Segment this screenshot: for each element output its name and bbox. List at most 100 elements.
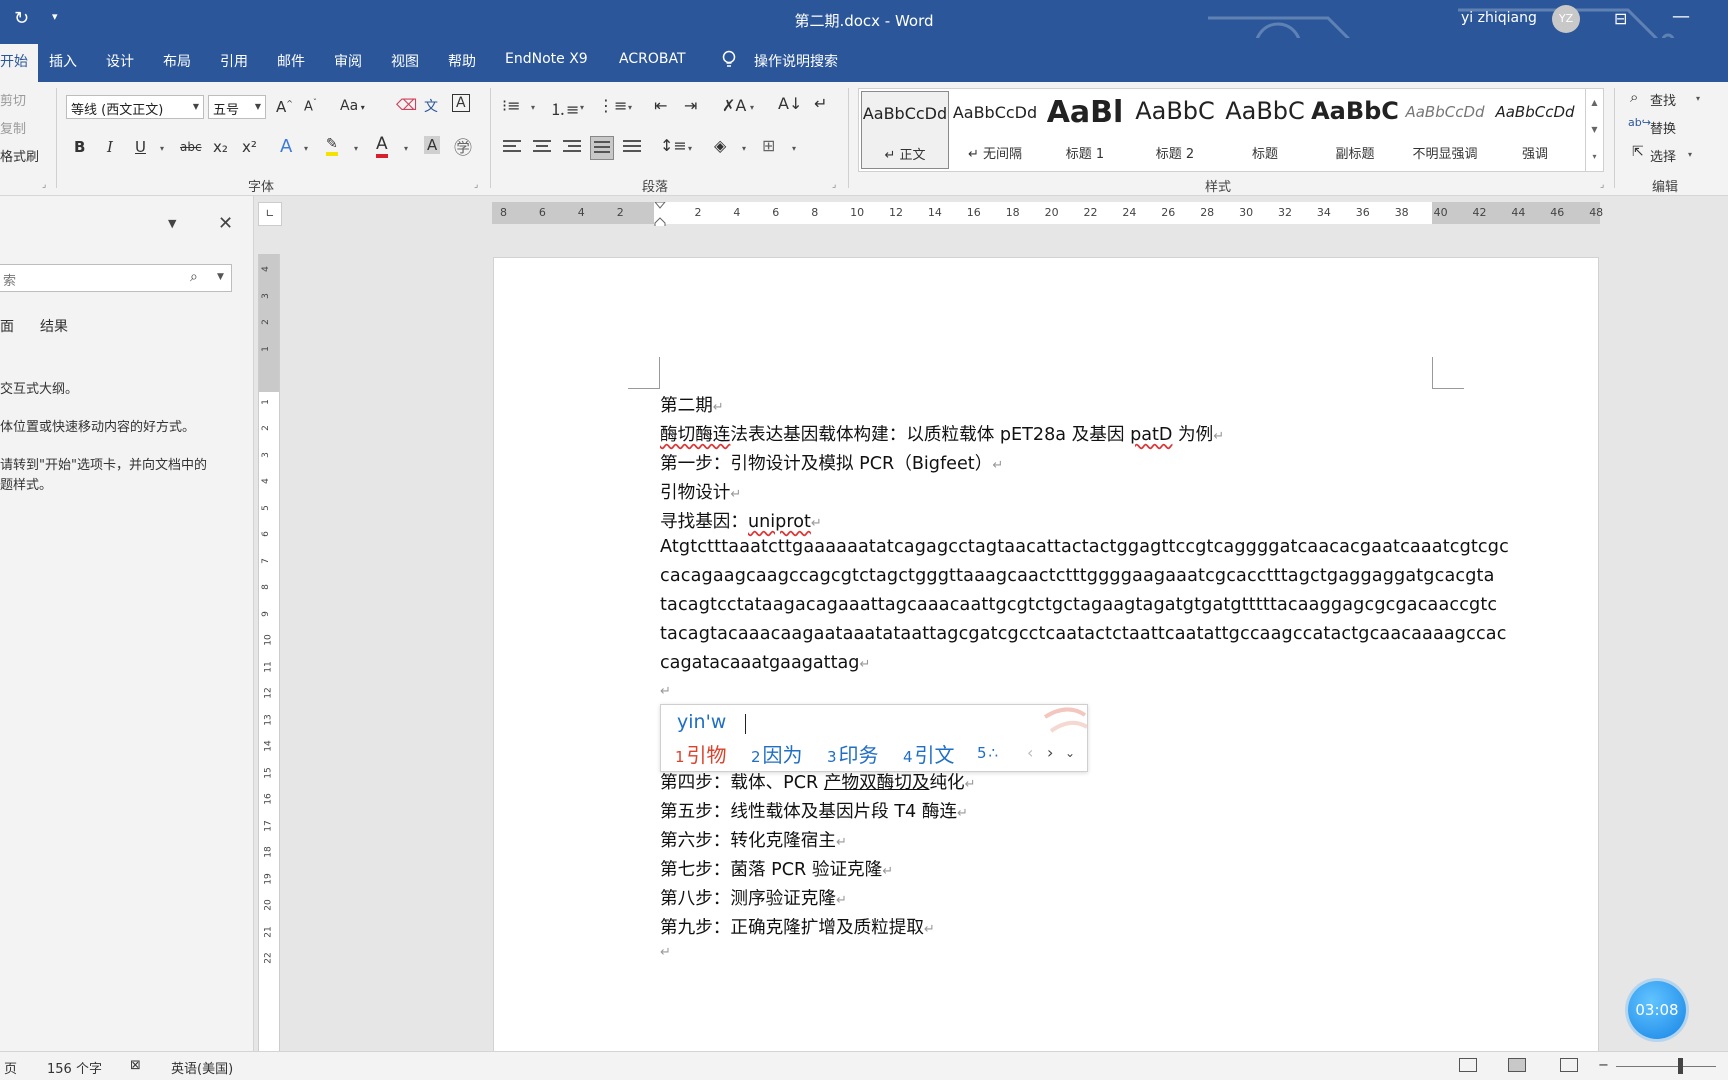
language-indicator[interactable]: 英语(美国) <box>171 1058 233 1077</box>
chevron-down-icon[interactable]: ▾ <box>531 103 535 112</box>
doc-paragraph[interactable]: 寻找基因：uniprot↵ <box>660 508 822 533</box>
ribbon-display-options-icon[interactable]: ⊟ <box>1614 9 1627 28</box>
chevron-down-icon[interactable]: ▾ <box>404 144 408 153</box>
numbering-icon[interactable]: ⒈≡ <box>550 96 579 120</box>
tab-endnote[interactable]: EndNote X9 <box>505 51 588 67</box>
shading-icon[interactable]: ◈ <box>714 136 726 155</box>
underline-button[interactable]: U <box>135 138 146 156</box>
change-case-button[interactable]: Aa ▾ <box>340 98 365 114</box>
format-painter-button[interactable]: 格式刷 <box>0 146 39 165</box>
ime-candidate[interactable]: 1 引物 <box>675 739 727 768</box>
zoom-slider[interactable] <box>1616 1066 1716 1067</box>
justify-icon[interactable] <box>590 136 614 160</box>
doc-paragraph[interactable]: 第五步：线性载体及基因片段 T4 酶连↵ <box>660 798 968 823</box>
web-layout-icon[interactable] <box>1560 1058 1578 1072</box>
style-subtitle[interactable]: AaBbC 副标题 <box>1311 91 1399 169</box>
doc-paragraph[interactable]: 第六步：转化克隆宿主↵ <box>660 827 847 852</box>
paragraph-launcher-icon[interactable]: ⌟ <box>832 180 836 190</box>
tab-view[interactable]: 视图 <box>391 51 419 71</box>
bold-button[interactable]: B <box>74 138 85 156</box>
strikethrough-button[interactable]: abc <box>180 140 202 154</box>
vertical-ruler[interactable]: 4 3 2 1 1 2 3 4 5 6 7 8 9 10 11 12 13 14 15 16 17 18 19 20 21 22 <box>258 254 280 1051</box>
tab-mailings[interactable]: 邮件 <box>277 51 305 71</box>
chevron-down-icon[interactable]: ▾ <box>792 144 796 153</box>
cut-button[interactable]: 剪切 <box>0 90 26 109</box>
bullets-icon[interactable]: ⁝≡ <box>502 96 521 115</box>
font-launcher-icon[interactable]: ⌟ <box>474 180 478 190</box>
tab-insert[interactable]: 插入 <box>49 51 77 71</box>
recording-timer[interactable]: 03:08 <box>1628 981 1686 1039</box>
chevron-down-icon[interactable]: ▾ <box>628 103 632 112</box>
print-layout-icon[interactable] <box>1508 1058 1526 1072</box>
distributed-icon[interactable] <box>623 140 641 154</box>
tab-review[interactable]: 审阅 <box>334 51 362 71</box>
nav-tab-pages[interactable]: 面 <box>0 316 14 336</box>
chevron-down-icon[interactable]: ▾ <box>354 144 358 153</box>
doc-paragraph[interactable]: 第八步：测序验证克隆↵ <box>660 885 847 910</box>
font-color-icon[interactable]: A <box>376 134 388 158</box>
zoom-slider-thumb[interactable] <box>1678 1058 1683 1074</box>
copy-button[interactable]: 复制 <box>0 118 26 137</box>
doc-paragraph[interactable]: 引物设计↵ <box>660 479 741 504</box>
chevron-down-icon[interactable]: ⌄ <box>1065 746 1075 760</box>
chevron-down-icon[interactable]: ▾ <box>160 144 164 153</box>
doc-paragraph[interactable]: 第九步：正确克隆扩增及质粒提取↵ <box>660 914 935 939</box>
enclose-characters-icon[interactable]: ㊫ <box>454 134 472 160</box>
font-name-combo[interactable]: 等线 (西文正文) ▼ <box>66 95 204 119</box>
style-emphasis[interactable]: AaBbCcDd 强调 <box>1491 91 1579 169</box>
tab-layout[interactable]: 布局 <box>163 51 191 71</box>
sequence-line[interactable]: tacagtacaaacaagaataaatataattagcgatcgcctc… <box>660 624 1507 644</box>
indent-marker-icon[interactable] <box>654 202 666 228</box>
chevron-down-icon[interactable]: ▼ <box>217 272 224 282</box>
find-button[interactable]: 查找 <box>1650 90 1676 109</box>
close-icon[interactable]: ✕ <box>218 213 233 234</box>
clear-formatting-icon[interactable]: ⌫ <box>396 96 417 114</box>
chevron-down-icon[interactable]: ▾ <box>688 144 692 153</box>
tab-home[interactable]: 开始 <box>0 44 38 82</box>
phonetic-guide-button[interactable]: 文 <box>424 96 438 116</box>
doc-paragraph[interactable]: 第七步：菌落 PCR 验证克隆↵ <box>660 856 893 881</box>
grow-font-button[interactable]: A^ <box>276 98 293 116</box>
character-border-button[interactable]: A <box>452 94 470 112</box>
style-heading-1[interactable]: AaBl 标题 1 <box>1041 91 1129 169</box>
align-center-icon[interactable] <box>533 140 551 154</box>
sort-icon[interactable]: A↓ <box>778 94 802 113</box>
chevron-down-icon[interactable]: ▼ <box>1586 116 1603 143</box>
chevron-right-icon[interactable]: › <box>1047 743 1053 762</box>
doc-paragraph[interactable]: 第一步：引物设计及模拟 PCR（Bigfeet）↵ <box>660 450 1003 475</box>
horizontal-ruler[interactable]: 8 6 4 2 2 4 6 8 10 12 14 16 18 20 22 24 26 28 30 32 34 36 38 40… <box>492 202 1603 228</box>
tab-selector-icon[interactable]: ∟ <box>258 202 282 226</box>
borders-icon[interactable]: ⊞ <box>762 136 775 155</box>
highlight-icon[interactable]: ✎ <box>326 136 338 156</box>
align-right-icon[interactable] <box>563 140 581 154</box>
avatar[interactable]: YZ <box>1552 5 1580 33</box>
zoom-out-icon[interactable]: − <box>1598 1058 1609 1073</box>
word-count[interactable]: 156 个字 <box>47 1058 102 1077</box>
sequence-line[interactable]: tacagtcctataagacagaaattagcaaacaattgcgtct… <box>660 595 1497 615</box>
superscript-button[interactable]: x² <box>242 138 257 156</box>
chevron-down-icon[interactable]: ▾ <box>1688 150 1692 159</box>
ime-candidate[interactable]: 5 ∴ <box>977 739 998 763</box>
page-indicator[interactable]: 页 <box>4 1058 17 1077</box>
user-name[interactable]: yi zhiqiang <box>1461 10 1537 26</box>
replace-button[interactable]: 替换 <box>1650 118 1676 137</box>
tab-help[interactable]: 帮助 <box>448 51 476 71</box>
tell-me-search[interactable]: 操作说明搜索 <box>754 51 838 71</box>
style-no-spacing[interactable]: AaBbCcDd ↵ 无间隔 <box>951 91 1039 169</box>
italic-button[interactable]: I <box>107 138 113 156</box>
text-effects-icon[interactable]: A <box>280 136 292 157</box>
more-styles-icon[interactable]: ▾ <box>1586 143 1603 170</box>
style-normal[interactable]: AaBbCcDd ↵ 正文 <box>861 91 949 169</box>
search-icon[interactable]: ⌕ <box>190 269 198 285</box>
clipboard-launcher-icon[interactable]: ⌟ <box>42 180 46 190</box>
chevron-down-icon[interactable]: ▾ <box>1696 94 1700 103</box>
style-subtle-emphasis[interactable]: AaBbCcDd 不明显强调 <box>1401 91 1489 169</box>
chevron-down-icon[interactable]: ▾ <box>580 103 584 112</box>
minimize-icon[interactable]: — <box>1672 6 1690 27</box>
chinese-layout-icon[interactable]: ✗A <box>722 96 746 115</box>
font-size-combo[interactable]: 五号 ▼ <box>208 95 266 119</box>
doc-paragraph[interactable]: 酶切酶连法表达基因载体构建：以质粒载体 pET28a 及基因 patD 为例↵ <box>660 421 1224 446</box>
tab-references[interactable]: 引用 <box>220 51 248 71</box>
style-heading-2[interactable]: AaBbC 标题 2 <box>1131 91 1219 169</box>
sequence-line[interactable]: Atgtctttaaatcttgaaaaaatatcagagcctagtaaca… <box>660 537 1509 557</box>
